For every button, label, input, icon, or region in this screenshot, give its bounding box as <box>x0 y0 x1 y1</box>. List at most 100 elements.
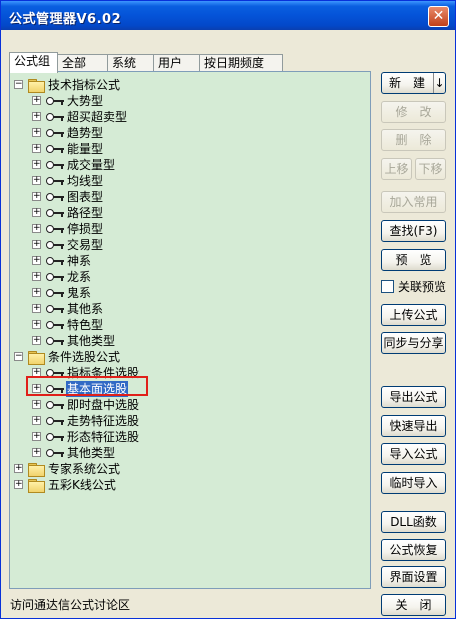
tree-item-label: 图表型 <box>67 190 104 204</box>
folder-icon <box>28 351 45 365</box>
formula-key-icon <box>46 416 66 426</box>
tree-item-label: 其他类型 <box>67 334 116 348</box>
tree-item-label: 即时盘中选股 <box>67 398 140 412</box>
formula-key-icon <box>46 432 66 442</box>
expand-icon[interactable]: + <box>32 304 41 313</box>
tree-item-label: 龙系 <box>67 270 92 284</box>
formula-key-icon <box>46 320 66 330</box>
expand-icon[interactable]: + <box>32 432 41 441</box>
expand-icon[interactable]: + <box>32 208 41 217</box>
tree-item-label: 成交量型 <box>67 158 116 172</box>
add-to-common-button[interactable]: 加入常用 <box>381 191 446 213</box>
restore-formula-button[interactable]: 公式恢复 <box>381 539 446 561</box>
upload-formula-button[interactable]: 上传公式 <box>381 304 446 326</box>
close-icon[interactable]: ✕ <box>428 6 449 27</box>
expand-icon[interactable]: + <box>14 480 23 489</box>
tree-item-label: 路径型 <box>67 206 104 220</box>
expand-icon[interactable]: + <box>32 336 41 345</box>
tree-group-label: 五彩K线公式 <box>48 478 116 492</box>
tree-group-label: 技术指标公式 <box>48 78 121 92</box>
expand-icon[interactable]: + <box>32 256 41 265</box>
expand-icon[interactable]: + <box>32 192 41 201</box>
collapse-icon[interactable]: − <box>14 352 23 361</box>
delete-button[interactable]: 删 除 <box>381 129 446 151</box>
collapse-icon[interactable]: − <box>14 80 23 89</box>
linked-preview-label: 关联预览 <box>398 280 447 294</box>
expand-icon[interactable]: + <box>32 160 41 169</box>
folder-icon <box>28 479 45 493</box>
move-up-button[interactable]: 上移 <box>381 158 412 180</box>
sync-share-button[interactable]: 同步与分享 <box>381 332 446 354</box>
forum-link[interactable]: 访问通达信公式讨论区 <box>10 596 130 613</box>
expand-icon[interactable]: + <box>32 112 41 121</box>
close-button[interactable]: 关 闭 <box>381 594 446 616</box>
expand-icon[interactable]: + <box>32 144 41 153</box>
formula-key-icon <box>46 208 66 218</box>
annotation-highlight-box <box>26 376 148 396</box>
formula-key-icon <box>46 224 66 234</box>
tree-item-label: 趋势型 <box>67 126 104 140</box>
new-button-label: 新 建 <box>388 76 425 90</box>
formula-key-icon <box>46 112 66 122</box>
preview-button[interactable]: 预 览 <box>381 249 446 271</box>
tree-item-label: 其他类型 <box>67 446 116 460</box>
tree-item-label: 超买超卖型 <box>67 110 128 124</box>
formula-key-icon <box>46 400 66 410</box>
expand-icon[interactable]: + <box>32 448 41 457</box>
formula-key-icon <box>46 256 66 266</box>
tree-item-label: 鬼系 <box>67 286 92 300</box>
formula-key-icon <box>46 160 66 170</box>
tree-item-label: 走势特征选股 <box>67 414 140 428</box>
formula-tree[interactable]: − 技术指标公式 + 大势型 + 超买超卖型 + 趋势型 + 能量型 + 成交量型 + 均线… <box>9 71 371 589</box>
tree-item-label: 其他系 <box>67 302 104 316</box>
expand-icon[interactable]: + <box>32 128 41 137</box>
expand-icon[interactable]: + <box>32 224 41 233</box>
folder-icon <box>28 463 45 477</box>
tab-system[interactable]: 系统 <box>107 54 154 72</box>
modify-button[interactable]: 修 改 <box>381 101 446 123</box>
tree-item-label: 停损型 <box>67 222 104 236</box>
tab-user[interactable]: 用户 <box>153 54 200 72</box>
tree-item-label: 大势型 <box>67 94 104 108</box>
tab-formula-group[interactable]: 公式组 <box>9 52 58 73</box>
expand-icon[interactable]: + <box>32 240 41 249</box>
formula-key-icon <box>46 96 66 106</box>
tree-item-label: 均线型 <box>67 174 104 188</box>
formula-key-icon <box>46 128 66 138</box>
tree-item-label: 特色型 <box>67 318 104 332</box>
import-formula-button[interactable]: 导入公式 <box>381 443 446 465</box>
tree-item-label: 交易型 <box>67 238 104 252</box>
tree-item-label: 神系 <box>67 254 92 268</box>
tree-item-label: 能量型 <box>67 142 104 156</box>
quick-export-button[interactable]: 快速导出 <box>381 415 446 437</box>
formula-manager-window: 公式管理器V6.02 ✕ 公式组 全部 系统 用户 按日期频度 − 技术指标公式… <box>0 0 456 619</box>
temp-import-button[interactable]: 临时导入 <box>381 472 446 494</box>
tree-group-label: 专家系统公式 <box>48 462 121 476</box>
expand-icon[interactable]: + <box>32 400 41 409</box>
ui-settings-button[interactable]: 界面设置 <box>381 566 446 588</box>
formula-key-icon <box>46 288 66 298</box>
find-button[interactable]: 查找(F3) <box>381 220 446 242</box>
tab-by-date-frequency[interactable]: 按日期频度 <box>199 54 283 72</box>
expand-icon[interactable]: + <box>32 416 41 425</box>
move-down-button[interactable]: 下移 <box>415 158 446 180</box>
folder-icon <box>28 79 45 93</box>
title-bar[interactable]: 公式管理器V6.02 ✕ <box>1 1 455 30</box>
expand-icon[interactable]: + <box>32 176 41 185</box>
new-dropdown-arrow-icon[interactable]: ↓ <box>433 73 445 93</box>
tab-all[interactable]: 全部 <box>57 54 108 72</box>
new-button[interactable]: 新 建 ↓ <box>381 72 446 94</box>
formula-key-icon <box>46 144 66 154</box>
linked-preview-checkbox[interactable] <box>381 280 394 293</box>
tree-item-label: 形态特征选股 <box>67 430 140 444</box>
formula-key-icon <box>46 304 66 314</box>
export-formula-button[interactable]: 导出公式 <box>381 386 446 408</box>
formula-key-icon <box>46 336 66 346</box>
expand-icon[interactable]: + <box>14 464 23 473</box>
expand-icon[interactable]: + <box>32 288 41 297</box>
expand-icon[interactable]: + <box>32 320 41 329</box>
dll-function-button[interactable]: DLL函数 <box>381 511 446 533</box>
expand-icon[interactable]: + <box>32 96 41 105</box>
expand-icon[interactable]: + <box>32 272 41 281</box>
formula-key-icon <box>46 176 66 186</box>
